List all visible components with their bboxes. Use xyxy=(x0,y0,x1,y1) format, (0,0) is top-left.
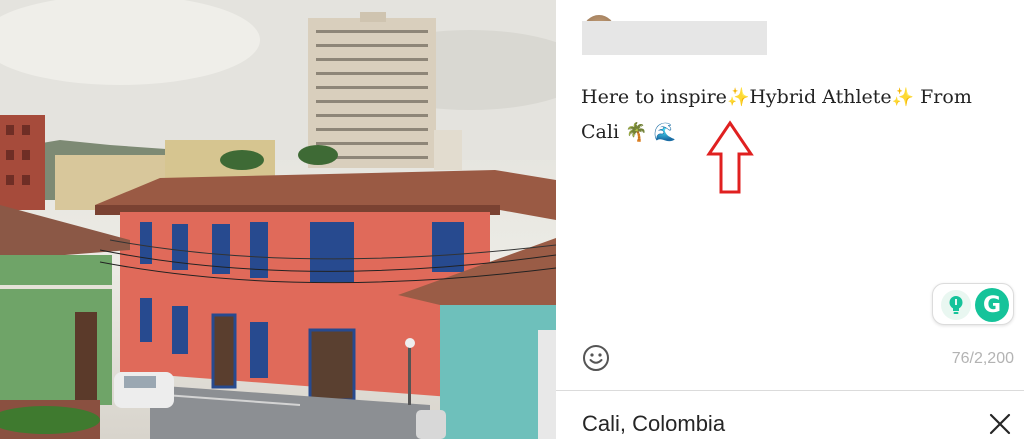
grammarly-logo-button[interactable]: G xyxy=(975,288,1009,322)
palm-tree-emoji: 🌴 xyxy=(625,122,648,143)
grammarly-suggestion-button[interactable] xyxy=(941,290,971,320)
sparkle-emoji: ✨ xyxy=(891,87,915,108)
post-photo xyxy=(0,0,556,439)
caption-part-inspire: Here to inspire xyxy=(581,86,727,108)
lightbulb-icon xyxy=(949,296,963,314)
location-label[interactable]: Cali, Colombia xyxy=(582,411,725,437)
close-icon[interactable] xyxy=(988,412,1012,436)
divider xyxy=(556,390,1024,391)
smiley-icon[interactable] xyxy=(582,344,610,372)
grammarly-widget[interactable]: G xyxy=(932,283,1014,325)
redacted-username xyxy=(582,21,767,55)
wave-emoji: 🌊 xyxy=(653,122,676,143)
sparkle-emoji: ✨ xyxy=(726,87,750,108)
caption-editor-panel: Here to inspire✨Hybrid Athlete✨ From Cal… xyxy=(556,0,1024,439)
red-up-arrow-icon xyxy=(706,120,754,194)
caption-part-athlete: Hybrid Athlete xyxy=(749,86,892,108)
street-scene-illustration xyxy=(0,0,556,439)
character-counter: 76/2,200 xyxy=(951,350,1014,367)
caption-text[interactable]: Here to inspire✨Hybrid Athlete✨ From Cal… xyxy=(581,80,1001,150)
